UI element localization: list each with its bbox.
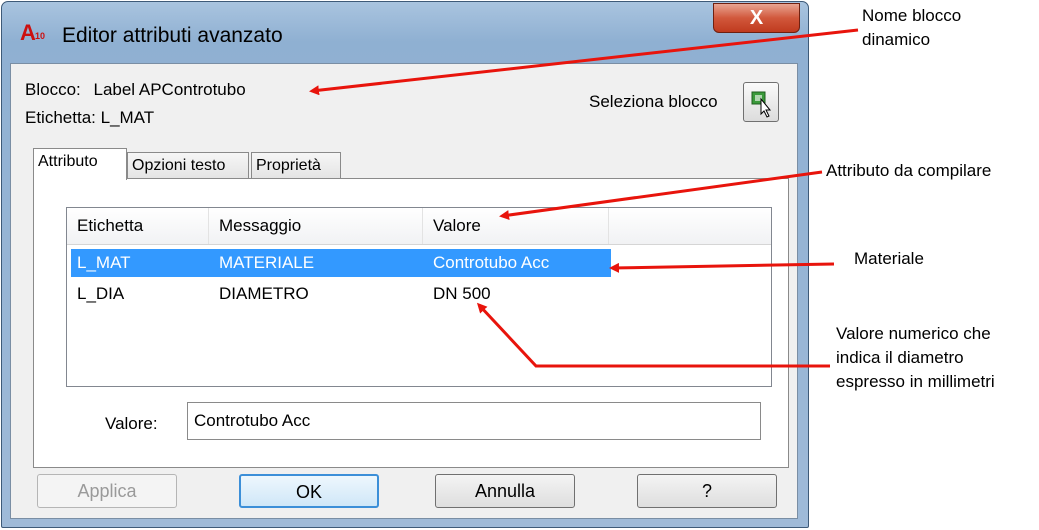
title-bar[interactable]: A 10 Editor attributi avanzato X <box>2 2 808 54</box>
close-button[interactable]: X <box>713 3 800 33</box>
apply-button[interactable]: Applica <box>37 474 177 508</box>
dialog-window: A 10 Editor attributi avanzato X Blocco: … <box>1 1 809 528</box>
annotation-material: Materiale <box>854 247 924 271</box>
select-block-button[interactable] <box>743 82 779 122</box>
table-row[interactable]: L_MAT MATERIALE Controtubo Acc <box>71 249 611 277</box>
column-header-valore[interactable]: Valore <box>423 208 609 244</box>
annotation-line: Nome blocco <box>862 6 962 25</box>
annotation-line: Valore numerico che <box>836 324 991 343</box>
annotation-line: Materiale <box>854 249 924 268</box>
select-block-icon <box>751 91 772 118</box>
block-info: Blocco: Label APControtubo <box>25 80 246 100</box>
row-messaggio: MATERIALE <box>219 253 315 272</box>
row-valore: Controtubo Acc <box>433 253 550 272</box>
tag-info: Etichetta: L_MAT <box>25 108 154 128</box>
value-input[interactable] <box>187 402 761 440</box>
table-row[interactable]: L_DIA DIAMETRO DN 500 <box>71 280 611 308</box>
ok-button[interactable]: OK <box>239 474 379 508</box>
dialog-client-area: Blocco: Label APControtubo Etichetta: L_… <box>10 63 798 519</box>
help-button[interactable]: ? <box>637 474 777 508</box>
annotation-block-name: Nome blocco dinamico <box>862 4 961 52</box>
attribute-list[interactable]: Etichetta Messaggio Valore L_MAT MATERIA… <box>66 207 772 387</box>
block-name-value: Label APControtubo <box>93 80 246 99</box>
block-label: Blocco: <box>25 80 81 99</box>
column-header-messaggio[interactable]: Messaggio <box>209 208 423 244</box>
autocad-app-icon: A 10 <box>20 20 46 45</box>
row-etichetta: L_DIA <box>77 284 125 303</box>
annotation-attribute: Attributo da compilare <box>826 159 991 183</box>
tab-attributo[interactable]: Attributo <box>33 148 127 180</box>
row-etichetta: L_MAT <box>77 253 131 272</box>
annotation-line: dinamico <box>862 30 931 49</box>
row-messaggio: DIAMETRO <box>219 284 309 303</box>
tab-proprieta[interactable]: Proprietà <box>251 152 341 180</box>
list-header: Etichetta Messaggio Valore <box>67 208 771 245</box>
tag-label: Etichetta: <box>25 108 96 127</box>
annotation-numeric: Valore numerico che indica il diametro e… <box>836 322 995 394</box>
window-title: Editor attributi avanzato <box>62 24 283 47</box>
select-block-label: Seleziona blocco <box>589 92 718 111</box>
annotation-line: indica il diametro <box>836 348 964 367</box>
column-header-etichetta[interactable]: Etichetta <box>67 208 209 244</box>
tag-value: L_MAT <box>100 108 155 127</box>
row-valore: DN 500 <box>433 284 491 303</box>
tab-opzioni-testo[interactable]: Opzioni testo <box>127 152 249 180</box>
annotation-line: espresso in millimetri <box>836 372 995 391</box>
cancel-button[interactable]: Annulla <box>435 474 575 508</box>
value-label: Valore: <box>105 414 158 433</box>
annotation-line: Attributo da compilare <box>826 161 992 180</box>
